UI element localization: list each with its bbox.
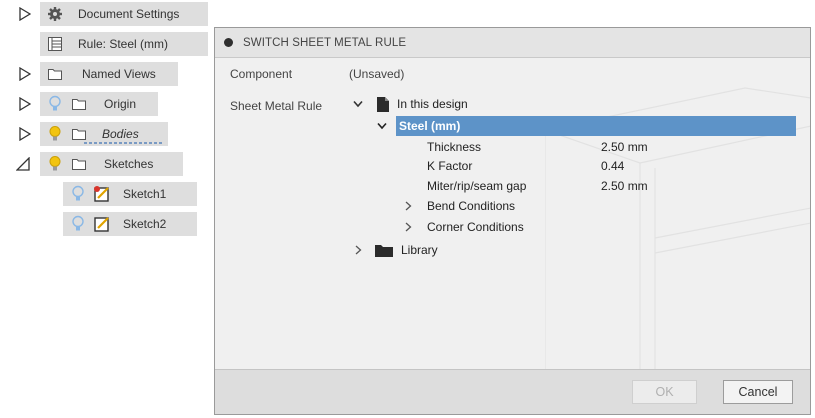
- kfactor-value: 0.44: [601, 159, 625, 173]
- sketch2-label: Sketch2: [123, 217, 167, 231]
- browser-node-bodies[interactable]: Bodies: [40, 122, 168, 146]
- kfactor-row: K Factor: [427, 156, 472, 176]
- named-views-label: Named Views: [82, 67, 156, 81]
- thickness-value: 2.50 mm: [601, 140, 648, 154]
- browser-node-sketch2[interactable]: Sketch2: [63, 212, 197, 236]
- thickness-row: Thickness: [427, 137, 481, 157]
- collapse-sketches-icon[interactable]: [16, 157, 30, 171]
- dialog-title: SWITCH SHEET METAL RULE: [243, 36, 407, 49]
- tree-node-steel-mm[interactable]: Steel (mm): [377, 116, 460, 136]
- expand-origin-icon[interactable]: [18, 97, 32, 111]
- kfactor-label: K Factor: [427, 159, 473, 173]
- expand-named-views-icon[interactable]: [18, 67, 32, 81]
- expand-document-settings-icon[interactable]: [18, 7, 32, 21]
- tree-node-library[interactable]: Library: [355, 240, 438, 260]
- browser-node-sketches[interactable]: Sketches: [40, 152, 183, 176]
- origin-label: Origin: [104, 97, 137, 111]
- folder-icon: [46, 65, 64, 83]
- sketch-icon: [93, 215, 111, 233]
- rule-label: Rule: Steel (mm): [78, 37, 169, 51]
- library-label: Library: [401, 243, 438, 257]
- tree-node-in-this-design[interactable]: In this design: [353, 94, 468, 114]
- dialog-title-bar[interactable]: SWITCH SHEET METAL RULE: [215, 28, 810, 58]
- rule-table-icon: [46, 35, 64, 53]
- miter-label: Miter/rip/seam gap: [427, 179, 527, 193]
- miter-row: Miter/rip/seam gap: [427, 176, 526, 196]
- miter-value: 2.50 mm: [601, 179, 648, 193]
- lightbulb-off-icon[interactable]: [46, 95, 64, 113]
- collapse-dialog-icon[interactable]: [224, 38, 233, 47]
- lightbulb-off-icon[interactable]: [69, 215, 87, 233]
- component-label: Component: [230, 67, 293, 81]
- tree-node-bend-conditions[interactable]: Bend Conditions: [405, 196, 515, 216]
- cancel-button[interactable]: Cancel: [723, 380, 793, 404]
- component-value: (Unsaved): [349, 67, 405, 81]
- sketches-label: Sketches: [104, 157, 154, 171]
- lightbulb-on-icon[interactable]: [46, 155, 64, 173]
- thickness-label: Thickness: [427, 140, 482, 154]
- document-settings-label: Document Settings: [78, 7, 180, 21]
- expand-bodies-icon[interactable]: [18, 127, 32, 141]
- dialog-footer: OK Cancel: [215, 369, 810, 414]
- document-icon: [377, 96, 389, 112]
- lightbulb-on-icon[interactable]: [46, 125, 64, 143]
- switch-sheet-metal-rule-dialog: SWITCH SHEET METAL RULE Component (Unsav…: [214, 27, 811, 415]
- chevron-down-icon[interactable]: [353, 100, 367, 108]
- corner-conditions-label: Corner Conditions: [427, 220, 524, 234]
- ok-button[interactable]: OK: [632, 380, 697, 404]
- chevron-right-icon[interactable]: [355, 245, 367, 255]
- folder-icon: [70, 95, 88, 113]
- tree-node-corner-conditions[interactable]: Corner Conditions: [405, 217, 524, 237]
- folder-icon: [70, 155, 88, 173]
- bend-conditions-label: Bend Conditions: [427, 199, 516, 213]
- chevron-right-icon[interactable]: [405, 222, 417, 232]
- bodies-hatch-underline: [84, 142, 164, 144]
- steel-mm-label: Steel (mm): [399, 119, 461, 133]
- browser-node-named-views[interactable]: Named Views: [40, 62, 178, 86]
- sheet-metal-rule-label: Sheet Metal Rule: [230, 99, 323, 113]
- browser-node-rule[interactable]: Rule: Steel (mm): [40, 32, 208, 56]
- chevron-right-icon[interactable]: [405, 201, 417, 211]
- in-this-design-label: In this design: [397, 97, 468, 111]
- browser-node-document-settings[interactable]: Document Settings: [40, 2, 208, 26]
- lightbulb-off-icon[interactable]: [69, 185, 87, 203]
- gear-icon: [46, 5, 64, 23]
- browser-node-sketch1[interactable]: Sketch1: [63, 182, 197, 206]
- browser-node-origin[interactable]: Origin: [40, 92, 158, 116]
- folder-filled-icon: [375, 244, 393, 257]
- sketch1-label: Sketch1: [123, 187, 167, 201]
- sketch-warning-icon: [93, 185, 111, 203]
- chevron-down-icon[interactable]: [377, 122, 391, 130]
- model-ghost-outline: [545, 87, 810, 370]
- bodies-label: Bodies: [102, 127, 139, 141]
